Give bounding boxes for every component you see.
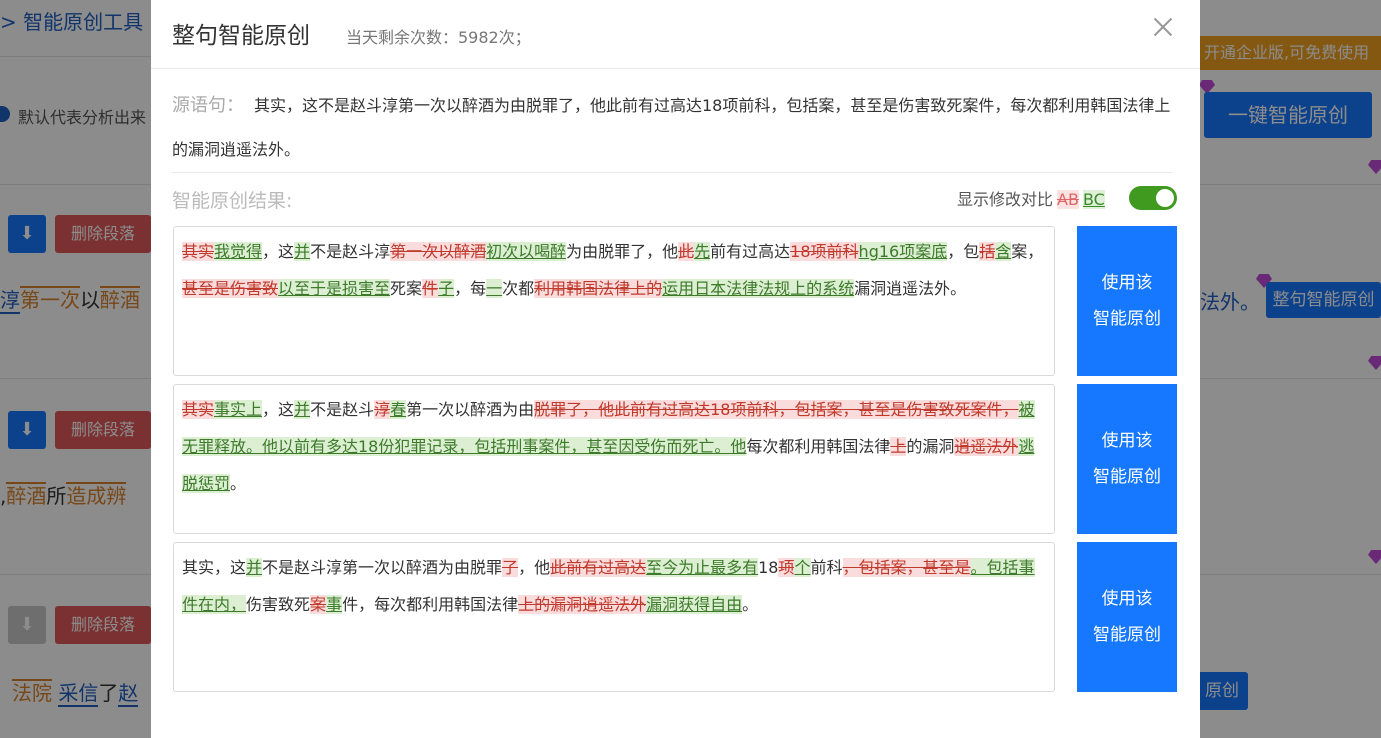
- close-icon[interactable]: [1152, 16, 1174, 38]
- result-card-1[interactable]: 其实我觉得，这并不是赵斗淳第一次以醉酒初次以喝醉为由脱罪了，他此先前有过高达18…: [173, 226, 1055, 376]
- smart-original-dialog: 整句智能原创 当天剩余次数：5982次； 源语句： 其实，这不是赵斗淳第一次以醉酒…: [151, 0, 1200, 738]
- button-label: 智能原创: [1093, 625, 1161, 645]
- added-segment: hg16项案底: [858, 242, 948, 261]
- deleted-segment: 括: [979, 242, 996, 261]
- text-segment: 其实，这: [182, 558, 247, 577]
- toggle-label: 显示修改对比: [957, 190, 1054, 209]
- use-result-button-2[interactable]: 使用该 智能原创: [1077, 384, 1177, 534]
- use-result-button-1[interactable]: 使用该 智能原创: [1077, 226, 1177, 376]
- deleted-segment: 第一次以醉酒: [390, 242, 487, 261]
- text-segment: ，这: [262, 242, 295, 261]
- deleted-segment: 项: [778, 558, 795, 577]
- added-segment: 先: [694, 242, 711, 261]
- source-sentence: 源语句： 其实，这不是赵斗淳第一次以醉酒为由脱罪了，他此前有过高达18项前科，包括…: [172, 84, 1172, 172]
- text-segment: 每次都利用韩国法律: [746, 437, 891, 456]
- button-label: 智能原创: [1093, 309, 1161, 329]
- added-segment: 并: [246, 558, 263, 577]
- added-segment: 我觉得: [214, 242, 263, 261]
- text-segment: 不是赵斗: [310, 400, 375, 419]
- added-segment: 事实上: [214, 400, 263, 419]
- added-segment: 子: [438, 279, 455, 298]
- text-segment: 案，: [1011, 242, 1044, 261]
- result-card-3[interactable]: 其实，这并不是赵斗淳第一次以醉酒为由脱罪了，他此前有过高达至今为止最多有18项个…: [173, 542, 1055, 692]
- result-text: 其实事实上，这并不是赵斗淳春第一次以醉酒为由脱罪了，他此前有过高达18项前科，包…: [182, 391, 1048, 502]
- added-sample: BC: [1082, 190, 1105, 209]
- result-text: 其实我觉得，这并不是赵斗淳第一次以醉酒初次以喝醉为由脱罪了，他此先前有过高达18…: [182, 233, 1048, 307]
- button-label: 使用该: [1101, 273, 1153, 293]
- dialog-title: 整句智能原创: [172, 23, 310, 49]
- deleted-segment: 利用韩国法律上的: [534, 279, 663, 298]
- deleted-segment: 了: [502, 558, 519, 577]
- deleted-segment: 此: [678, 242, 695, 261]
- text-segment: ，他: [518, 558, 551, 577]
- deleted-segment: 淳: [374, 400, 391, 419]
- source-text: 其实，这不是赵斗淳第一次以醉酒为由脱罪了，他此前有过高达18项前科，包括案，甚至…: [172, 96, 1171, 159]
- deleted-segment: 上: [890, 437, 907, 456]
- added-segment: 事: [326, 595, 343, 614]
- dialog-header: 整句智能原创 当天剩余次数：5982次；: [151, 0, 1200, 69]
- text-segment: 不是赵斗淳第一次以醉酒为由脱罪: [262, 558, 503, 577]
- divider: [172, 172, 1172, 173]
- deleted-segment: 其实: [182, 400, 215, 419]
- text-segment: 伤害致死: [246, 595, 311, 614]
- added-segment: 并: [294, 242, 311, 261]
- show-diff-toggle[interactable]: [1129, 186, 1177, 210]
- deleted-segment: 此前有过高达: [550, 558, 647, 577]
- deleted-segment: ，包括案，甚至是: [842, 558, 971, 577]
- deleted-segment: 上的漏洞逍遥法外: [518, 595, 647, 614]
- text-segment: 18: [758, 558, 779, 577]
- text-segment: 件，每次都利用韩国法律: [342, 595, 519, 614]
- text-segment: 前科: [810, 558, 843, 577]
- text-segment: 不是赵斗淳: [310, 242, 391, 261]
- deleted-sample: AB: [1057, 190, 1079, 209]
- result-card-2[interactable]: 其实事实上，这并不是赵斗淳春第一次以醉酒为由脱罪了，他此前有过高达18项前科，包…: [173, 384, 1055, 534]
- added-segment: 至今为止最多有: [646, 558, 759, 577]
- added-segment: 以至于是损害至: [278, 279, 391, 298]
- text-segment: 为由脱罪了，他: [566, 242, 679, 261]
- text-segment: 。: [742, 595, 759, 614]
- added-segment: 含: [995, 242, 1012, 261]
- deleted-segment: 逍遥法外: [954, 437, 1019, 456]
- deleted-segment: 件: [422, 279, 439, 298]
- added-segment: 一: [486, 279, 503, 298]
- added-segment: 运用日本法律法规上的系统: [662, 279, 855, 298]
- deleted-segment: 其实: [182, 242, 215, 261]
- added-segment: 个: [794, 558, 811, 577]
- added-segment: 并: [294, 400, 311, 419]
- button-label: 使用该: [1101, 431, 1153, 451]
- source-label: 源语句：: [172, 95, 244, 116]
- added-segment: 春: [390, 400, 407, 419]
- button-label: 智能原创: [1093, 467, 1161, 487]
- text-segment: ，这: [262, 400, 295, 419]
- text-segment: 漏洞逍遥法外。: [854, 279, 967, 298]
- use-result-button-3[interactable]: 使用该 智能原创: [1077, 542, 1177, 692]
- text-segment: 第一次以醉酒为由: [406, 400, 535, 419]
- text-segment: 的漏洞: [906, 437, 955, 456]
- deleted-segment: 案: [310, 595, 327, 614]
- text-segment: 次都: [502, 279, 535, 298]
- added-segment: 初次以喝醉: [486, 242, 567, 261]
- deleted-segment: 18项前科: [790, 242, 859, 261]
- deleted-segment: 脱罪了，他此前有过高达18项前科，包括案，甚至是伤害致死案件，: [534, 400, 1019, 419]
- added-segment: 漏洞获得自由: [646, 595, 743, 614]
- result-text: 其实，这并不是赵斗淳第一次以醉酒为由脱罪了，他此前有过高达至今为止最多有18项个…: [182, 549, 1048, 623]
- text-segment: 。: [230, 474, 247, 493]
- text-segment: ，包: [947, 242, 980, 261]
- text-segment: 死案: [390, 279, 423, 298]
- text-segment: ，每: [454, 279, 487, 298]
- diff-toggle-row: 显示修改对比 AB BC: [957, 186, 1179, 212]
- deleted-segment: 甚至是伤害致: [182, 279, 279, 298]
- text-segment: 前有过高达: [710, 242, 791, 261]
- result-label: 智能原创结果:: [172, 190, 293, 212]
- button-label: 使用该: [1101, 589, 1153, 609]
- remaining-count: 当天剩余次数：5982次；: [346, 28, 531, 47]
